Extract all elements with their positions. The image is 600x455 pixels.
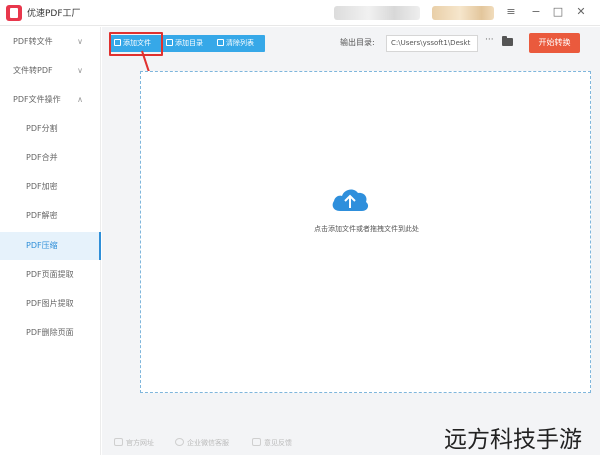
sidebar-item-pdf-merge[interactable]: PDF合并 bbox=[0, 144, 101, 172]
file-drop-zone[interactable]: 点击添加文件或者拖拽文件到此处 bbox=[140, 71, 591, 393]
chevron-up-icon: ∧ bbox=[77, 95, 83, 104]
sidebar-item-pdf-compress[interactable]: PDF压缩 bbox=[0, 232, 101, 260]
menu-button[interactable]: ≡ bbox=[503, 4, 519, 20]
feedback-label: 意见反馈 bbox=[264, 439, 292, 447]
support-link[interactable]: 企业微信客服 bbox=[175, 438, 229, 448]
sidebar-item-label: PDF加密 bbox=[26, 182, 58, 191]
sidebar-item-pdf-page-extract[interactable]: PDF页面提取 bbox=[0, 261, 101, 289]
sidebar-item-label: PDF页面提取 bbox=[26, 270, 74, 279]
feedback-link[interactable]: 意见反馈 bbox=[252, 438, 292, 448]
chevron-down-icon: ∨ bbox=[77, 66, 83, 75]
sidebar-item-label: PDF压缩 bbox=[26, 241, 58, 250]
official-website-link[interactable]: 官方网址 bbox=[114, 438, 154, 448]
watermark-text: 远方科技手游 bbox=[444, 427, 582, 453]
sidebar-item-file-to-pdf[interactable]: 文件转PDF ∨ bbox=[0, 57, 101, 85]
sidebar-item-pdf-encrypt[interactable]: PDF加密 bbox=[0, 173, 101, 201]
app-title: 优速PDF工厂 bbox=[27, 9, 81, 19]
sidebar-item-label: 文件转PDF bbox=[13, 66, 53, 75]
sidebar-item-label: PDF删除页面 bbox=[26, 328, 74, 337]
minimize-button[interactable]: − bbox=[528, 4, 544, 20]
sidebar-item-label: PDF图片提取 bbox=[26, 299, 74, 308]
blurred-vip-area bbox=[432, 6, 494, 20]
sidebar-item-label: PDF分割 bbox=[26, 124, 58, 133]
official-website-label: 官方网址 bbox=[126, 439, 154, 447]
main-panel: 添加文件 添加目录 清除列表 输出目录: C:\Users\yssoft1\De… bbox=[102, 27, 600, 455]
title-bar: 优速PDF工厂 ≡ − □ ✕ bbox=[0, 0, 600, 26]
chevron-down-icon: ∨ bbox=[77, 37, 83, 46]
sidebar-item-pdf-to-file[interactable]: PDF转文件 ∨ bbox=[0, 28, 101, 56]
sidebar-item-label: PDF文件操作 bbox=[13, 95, 61, 104]
sidebar-item-pdf-decrypt[interactable]: PDF解密 bbox=[0, 202, 101, 230]
sidebar-item-pdf-operations[interactable]: PDF文件操作 ∧ bbox=[0, 86, 101, 114]
maximize-button[interactable]: □ bbox=[550, 4, 566, 20]
sidebar-item-pdf-split[interactable]: PDF分割 bbox=[0, 115, 101, 143]
sidebar: PDF转文件 ∨ 文件转PDF ∨ PDF文件操作 ∧ PDF分割 PDF合并 … bbox=[0, 27, 101, 455]
headset-icon bbox=[175, 438, 184, 446]
cloud-upload-icon bbox=[332, 189, 369, 211]
app-logo-icon bbox=[6, 5, 22, 21]
sidebar-item-pdf-image-extract[interactable]: PDF图片提取 bbox=[0, 290, 101, 318]
close-button[interactable]: ✕ bbox=[573, 4, 589, 20]
monitor-icon bbox=[114, 438, 123, 446]
sidebar-item-label: PDF转文件 bbox=[13, 37, 53, 46]
sidebar-item-label: PDF解密 bbox=[26, 211, 58, 220]
document-icon bbox=[252, 438, 261, 446]
drop-hint-text: 点击添加文件或者拖拽文件到此处 bbox=[314, 225, 419, 233]
support-label: 企业微信客服 bbox=[187, 439, 229, 447]
blurred-account-area bbox=[334, 6, 420, 20]
sidebar-item-label: PDF合并 bbox=[26, 153, 58, 162]
sidebar-item-pdf-delete-pages[interactable]: PDF删除页面 bbox=[0, 319, 101, 347]
